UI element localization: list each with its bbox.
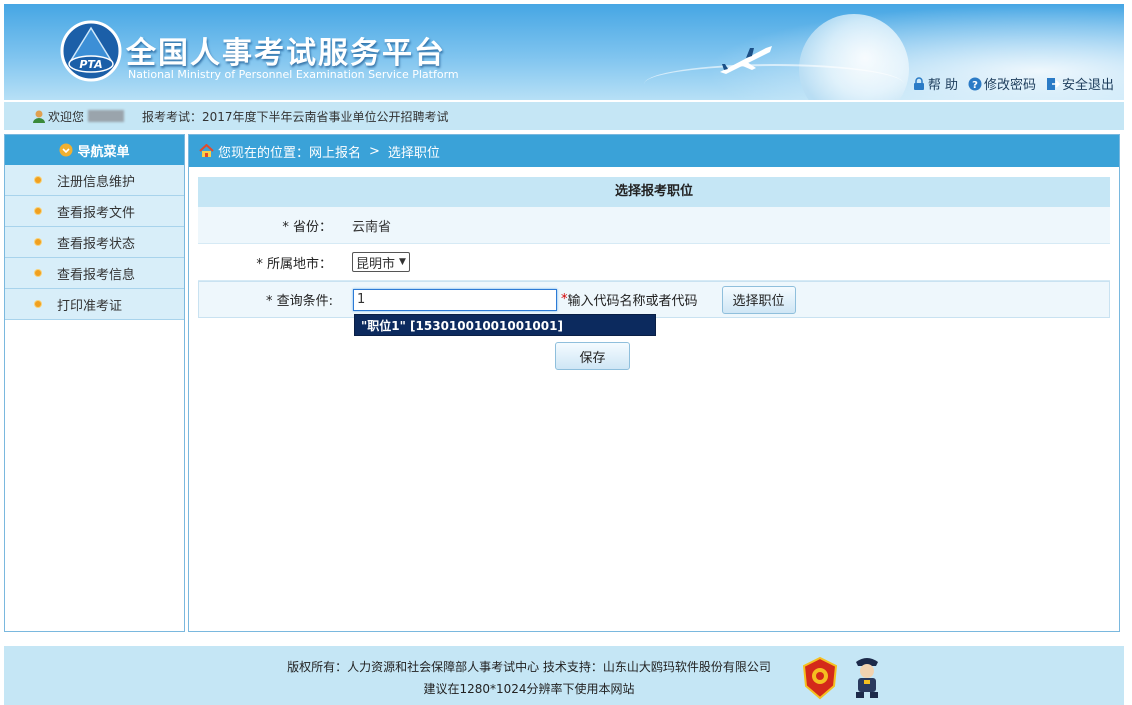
- form-title: 选择报考职位: [198, 177, 1110, 207]
- sidebar-item-label: 查看报考信息: [57, 267, 136, 283]
- logout-label: 安全退出: [1061, 78, 1114, 93]
- page-root: PTA 全国人事考试服务平台 National Ministry of Pers…: [0, 0, 1132, 705]
- province-row: * 省份： 云南省: [198, 207, 1110, 244]
- logout-link[interactable]: 安全退出: [1046, 74, 1114, 93]
- help-link[interactable]: 帮 助: [912, 74, 958, 93]
- query-row: * 查询条件: 1 * 输入代码名称或者代码 选择职位: [198, 281, 1110, 318]
- change-password-link[interactable]: ? 修改密码: [968, 74, 1036, 93]
- exit-icon: [1046, 77, 1060, 90]
- question-icon: ?: [968, 77, 982, 91]
- header-links: 帮 助 ? 修改密码 安全退出: [912, 74, 1114, 93]
- province-label: * 省份：: [282, 219, 332, 235]
- sidebar-item-status[interactable]: 查看报考状态: [5, 227, 184, 258]
- user-name-redacted: [88, 110, 125, 122]
- city-label: * 所属地市：: [256, 256, 332, 272]
- sidebar: 导航菜单 注册信息维护 查看报考文件 查看报考状态 查看报考信息 打印准考证: [4, 134, 185, 632]
- sidebar-item-registration[interactable]: 注册信息维护: [5, 165, 184, 196]
- autocomplete-suggestion[interactable]: "职位1" [15301001001001001]: [354, 314, 656, 336]
- breadcrumb-prefix: 您现在的位置：网上报名: [218, 145, 362, 161]
- bullet-icon: [35, 301, 41, 307]
- home-icon: [199, 144, 214, 157]
- nav-menu-title: 导航菜单: [77, 144, 130, 160]
- save-button[interactable]: 保存: [555, 342, 630, 370]
- sidebar-item-label: 打印准考证: [57, 298, 123, 314]
- sidebar-item-exam-files[interactable]: 查看报考文件: [5, 196, 184, 227]
- lock-icon: [913, 76, 924, 90]
- svg-text:PTA: PTA: [79, 58, 102, 71]
- pta-logo-icon: PTA: [60, 20, 122, 82]
- police-badge-icon: [802, 656, 838, 700]
- chevron-down-icon: [59, 143, 73, 157]
- airplane-icon: [720, 46, 772, 74]
- site-header: PTA 全国人事考试服务平台 National Ministry of Pers…: [4, 4, 1124, 100]
- bullet-icon: [35, 177, 41, 183]
- help-link-label: 帮 助: [927, 78, 958, 93]
- footer-copyright: 版权所有：人力资源和社会保障部人事考试中心 技术支持：山东山大鸥玛软件股份有限公…: [287, 660, 771, 674]
- breadcrumb: 您现在的位置：网上报名 > 选择职位: [189, 135, 1119, 167]
- nav-menu-header: 导航菜单: [5, 135, 184, 165]
- province-value: 云南省: [352, 219, 392, 235]
- query-hint: 输入代码名称或者代码: [567, 294, 698, 309]
- city-select[interactable]: 昆明市 ▼: [352, 252, 410, 272]
- site-subtitle: National Ministry of Personnel Examinati…: [128, 68, 459, 81]
- police-mascot-icon: [856, 658, 878, 698]
- bullet-icon: [35, 270, 41, 276]
- svg-text:?: ?: [972, 80, 978, 91]
- change-password-label: 修改密码: [983, 78, 1036, 93]
- sidebar-item-label: 查看报考文件: [57, 205, 136, 221]
- welcome-bar: 欢迎您 报考考试：2017年度下半年云南省事业单位公开招聘考试: [4, 102, 1124, 130]
- caret-down-icon: ▼: [399, 257, 406, 267]
- breadcrumb-current: 选择职位: [387, 145, 440, 161]
- sidebar-item-admission-ticket[interactable]: 打印准考证: [5, 289, 184, 320]
- select-position-button[interactable]: 选择职位: [721, 285, 796, 314]
- welcome-greeting: 欢迎您: [48, 109, 85, 124]
- bullet-icon: [35, 208, 41, 214]
- city-select-value: 昆明市: [356, 256, 396, 272]
- position-form: 选择报考职位 * 省份： 云南省 * 所属地市： 昆明市 ▼ * 查询条件: 1: [198, 177, 1110, 318]
- sidebar-item-info[interactable]: 查看报考信息: [5, 258, 184, 289]
- main-panel: 您现在的位置：网上报名 > 选择职位 选择报考职位 * 省份： 云南省 * 所属…: [188, 134, 1120, 632]
- city-row: * 所属地市： 昆明市 ▼: [198, 244, 1110, 281]
- sidebar-item-label: 查看报考状态: [57, 236, 136, 252]
- footer-resolution-note: 建议在1280*1024分辨率下使用本网站: [423, 682, 635, 696]
- site-title: 全国人事考试服务平台: [126, 36, 446, 71]
- site-footer: 版权所有：人力资源和社会保障部人事考试中心 技术支持：山东山大鸥玛软件股份有限公…: [4, 646, 1124, 705]
- query-input[interactable]: 1: [353, 288, 557, 311]
- bullet-icon: [35, 239, 41, 245]
- exam-label: 报考考试：2017年度下半年云南省事业单位公开招聘考试: [142, 109, 449, 124]
- user-icon: [33, 110, 45, 123]
- breadcrumb-separator: >: [369, 143, 380, 159]
- sidebar-item-label: 注册信息维护: [57, 174, 136, 190]
- query-label: * 查询条件:: [265, 294, 333, 309]
